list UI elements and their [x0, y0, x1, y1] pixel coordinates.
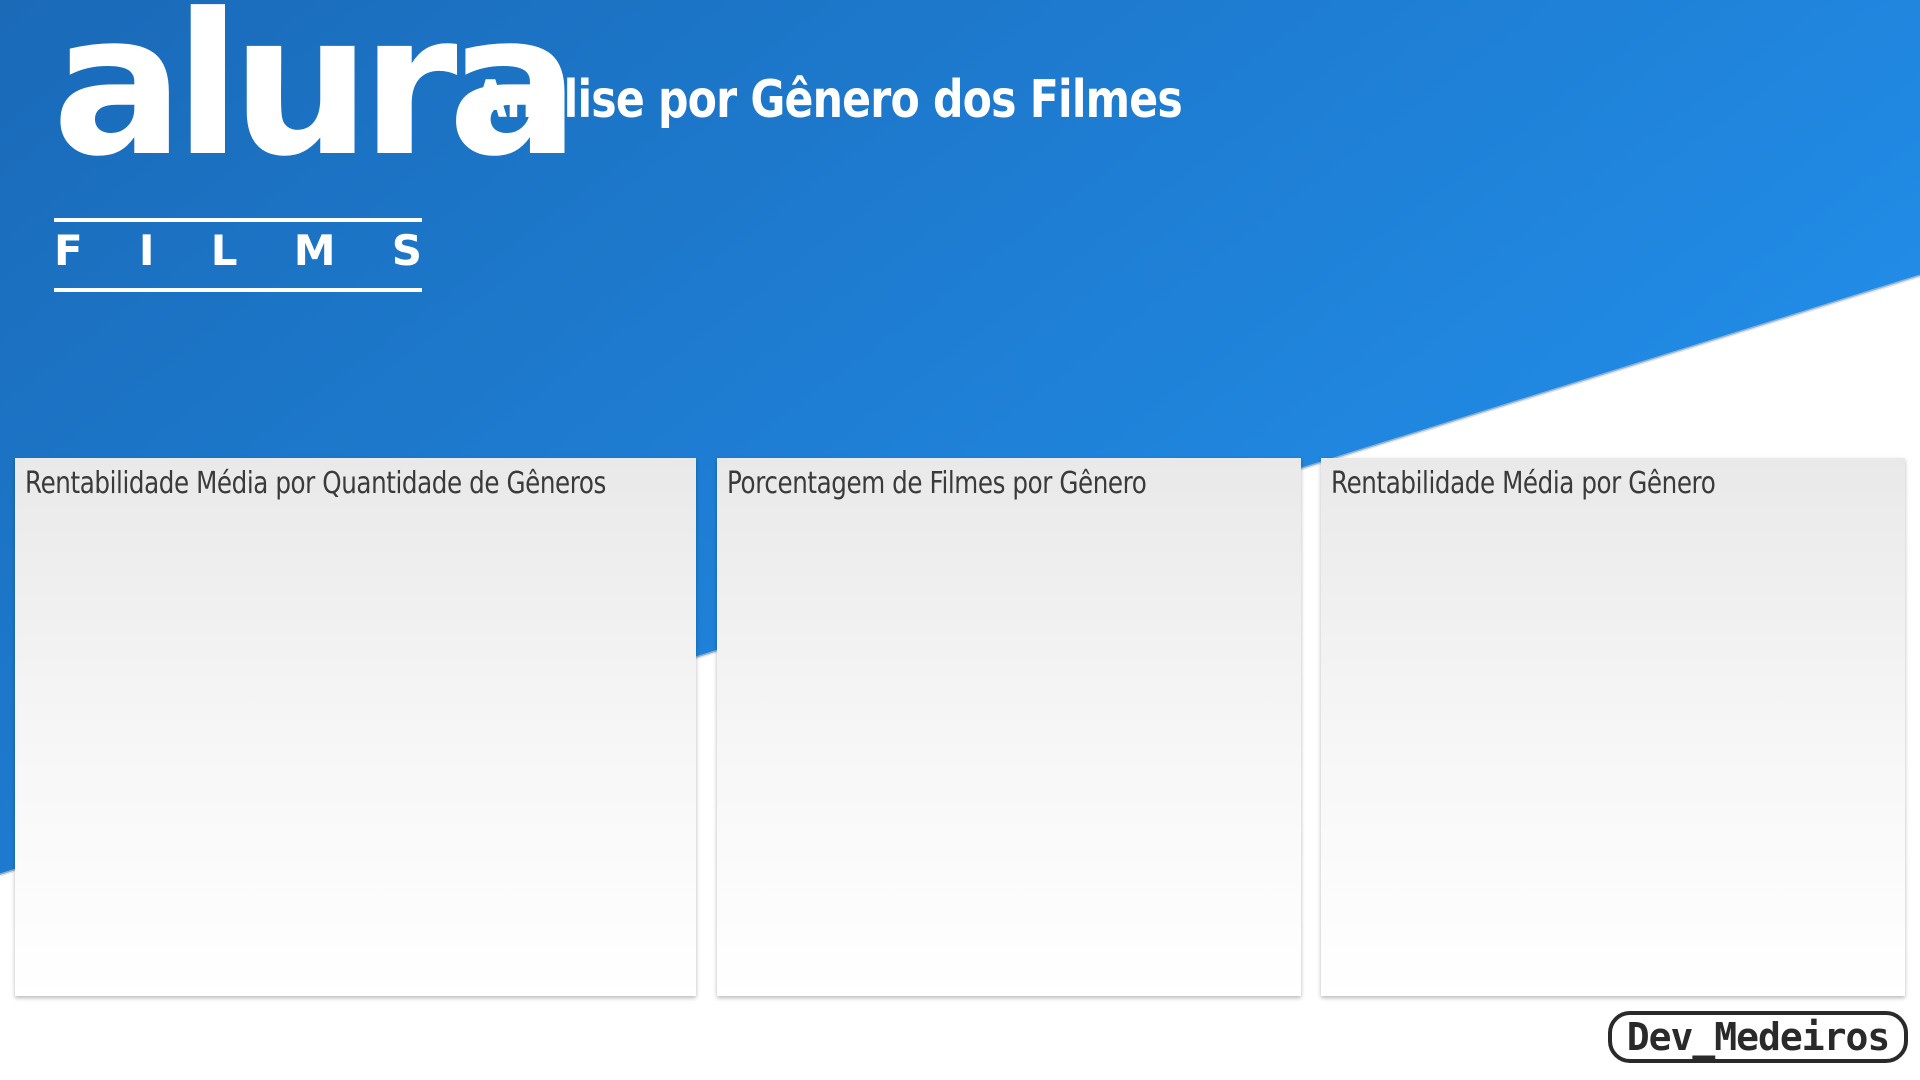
- logo-divider-bottom: [54, 288, 422, 292]
- logo-letter: L: [210, 226, 238, 275]
- chart-card-movies-percentage-by-genre[interactable]: Porcentagem de Filmes por Gênero: [717, 458, 1301, 996]
- dashboard-page: alura F I L M S Análise por Gênero dos F…: [0, 0, 1920, 1080]
- logo-divider-top: [54, 218, 422, 222]
- logo-letter: I: [138, 226, 155, 275]
- logo-letter: F: [54, 226, 83, 275]
- author-badge-text: Dev_Medeiros: [1626, 1015, 1891, 1059]
- chart-card-profitability-by-genre-count[interactable]: Rentabilidade Média por Quantidade de Gê…: [15, 458, 696, 996]
- logo-letter: M: [293, 226, 336, 275]
- page-title: Análise por Gênero dos Filmes: [474, 70, 1183, 130]
- logo-subtitle: F I L M S: [54, 230, 422, 272]
- card-title: Porcentagem de Filmes por Gênero: [727, 466, 1147, 501]
- logo-letter: S: [391, 226, 422, 275]
- card-title: Rentabilidade Média por Quantidade de Gê…: [25, 466, 606, 501]
- chart-card-profitability-by-genre[interactable]: Rentabilidade Média por Gênero: [1321, 458, 1905, 996]
- alura-films-logo: alura F I L M S: [52, 0, 580, 292]
- author-badge: Dev_Medeiros: [1608, 1011, 1908, 1063]
- card-title: Rentabilidade Média por Gênero: [1331, 466, 1716, 501]
